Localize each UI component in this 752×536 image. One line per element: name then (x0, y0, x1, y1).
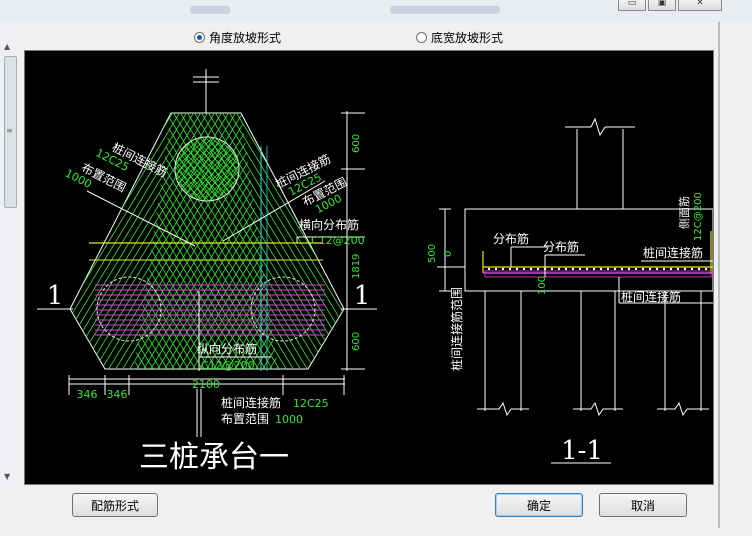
radio-angle-slope[interactable]: 角度放坡形式 (194, 29, 281, 46)
radio-selected-icon[interactable] (194, 32, 205, 43)
section-label-side-spec: 12C@200 (693, 192, 704, 241)
bottom-strip (0, 528, 752, 536)
left-scrollbar[interactable]: ▲ ≡ ▼ (0, 22, 21, 487)
section-label-connect-1: 桩间连接筋 (643, 245, 703, 260)
close-button[interactable]: ✕ (678, 0, 722, 11)
blurred-text (390, 6, 500, 14)
section-label-dist-2: 分布筋 (543, 239, 579, 254)
ok-button[interactable]: 确定 (495, 493, 583, 517)
drawing-canvas: 1 1 600 1819 600 2100 346 346 桩间连接筋 12C2… (24, 50, 714, 485)
bottom-label-range-title: 布置范围 (221, 412, 269, 426)
minimize-button[interactable]: ▭ (618, 0, 646, 11)
rebar-dialog: 角度放坡形式 底宽放坡形式 1 1 600 1819 600 2100 346 … (20, 22, 720, 530)
dim-0: 0 (443, 251, 454, 257)
dim-600-bottom: 600 (351, 332, 362, 351)
scrollbar-grip-icon: ≡ (6, 126, 13, 135)
plan-view: 1 1 600 1819 600 2100 346 346 桩间连接筋 12C2… (37, 69, 377, 475)
dim-2100: 2100 (192, 378, 220, 391)
pile-left (96, 276, 162, 342)
section-marker-right: 1 (354, 281, 371, 311)
blurred-text (190, 6, 230, 14)
plan-caption: 三桩承台一 (139, 440, 289, 475)
dim-346-b: 346 (107, 388, 128, 401)
bottom-label-spec: 12C25 (293, 397, 329, 410)
section-view: 500 0 100 分布筋 分布筋 桩间连接筋 桩间连接筋 侧面筋 12C@20… (427, 117, 713, 466)
section-label-side: 侧面筋 (677, 196, 691, 229)
vertical-dist-spec: C12@200 (201, 359, 255, 372)
section-marker-left: 1 (47, 281, 64, 311)
hatch-band-a (134, 113, 344, 369)
scroll-down-arrow-icon[interactable]: ▼ (4, 472, 10, 481)
bottom-label-title: 桩间连接筋 (221, 395, 281, 410)
section-label-connect-2: 桩间连接筋 (621, 289, 681, 304)
dim-600-top: 600 (351, 134, 362, 153)
dim-346-a: 346 (77, 388, 98, 401)
radio-unselected-icon[interactable] (416, 32, 427, 43)
horizontal-dist-title: 横向分布筋 (299, 217, 359, 232)
section-label-range: 桩间连接筋范围 (449, 287, 464, 371)
hatch-band-b (70, 113, 278, 369)
radio-bottom-width-slope-label: 底宽放坡形式 (431, 31, 504, 45)
vertical-dist-title: 纵向分布筋 (197, 341, 257, 356)
slope-option-row: 角度放坡形式 底宽放坡形式 (24, 24, 714, 48)
radio-angle-slope-label: 角度放坡形式 (209, 31, 282, 45)
section-label-dist-1: 分布筋 (493, 231, 529, 246)
window-controls: ▭ ▣ ✕ (618, 0, 722, 11)
rebar-form-button[interactable]: 配筋形式 (72, 493, 158, 517)
scroll-up-arrow-icon[interactable]: ▲ (4, 42, 10, 51)
dim-500: 500 (427, 244, 438, 263)
cancel-button[interactable]: 取消 (599, 493, 687, 517)
distribution-lines (95, 284, 325, 336)
dim-100: 100 (537, 276, 548, 295)
radio-bottom-width-slope[interactable]: 底宽放坡形式 (416, 29, 503, 46)
section-caption: 1-1 (561, 436, 603, 466)
dim-1819: 1819 (351, 254, 362, 279)
restore-button[interactable]: ▣ (648, 0, 676, 11)
bottom-label-range-value: 1000 (275, 413, 303, 426)
horizontal-dist-spec: C12@200 (311, 234, 365, 247)
